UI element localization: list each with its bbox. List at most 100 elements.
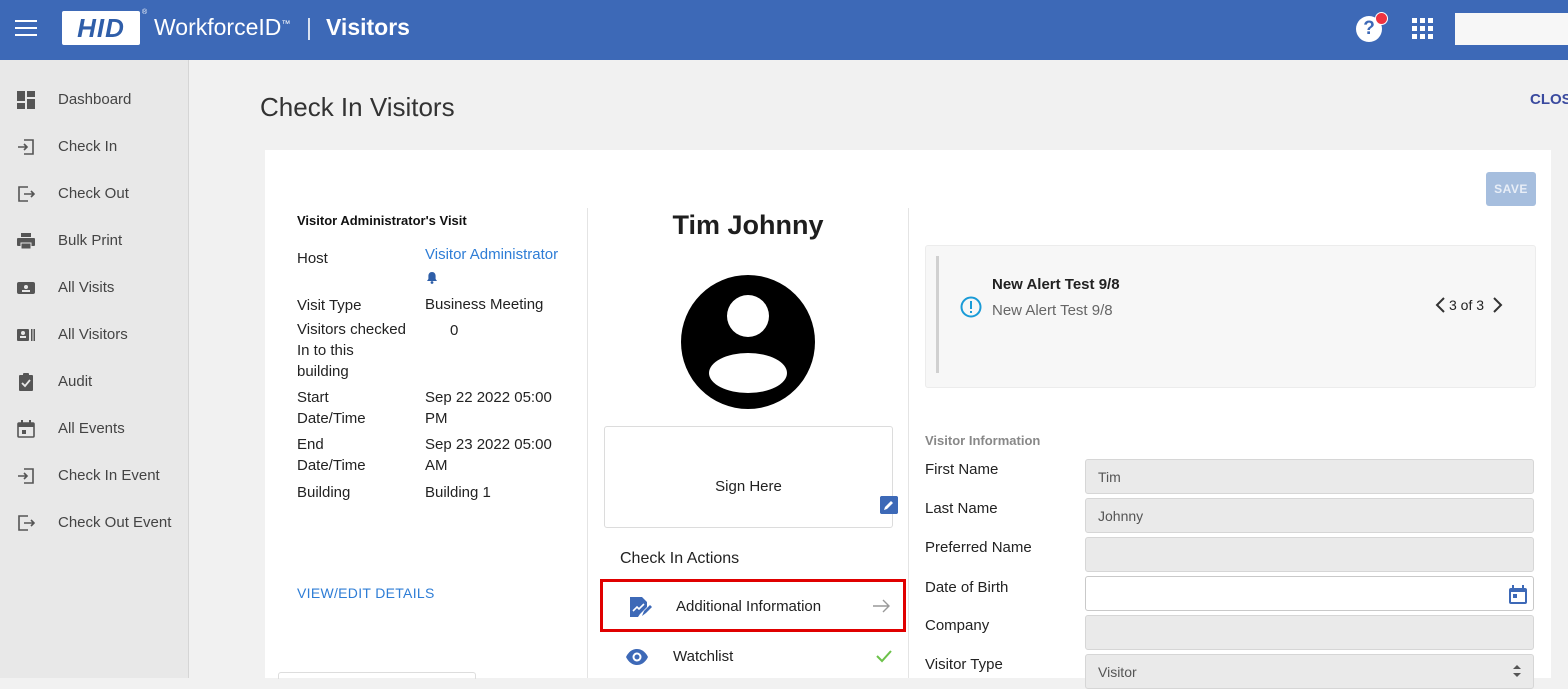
visitor-name: Tim Johnny — [672, 210, 824, 240]
column-divider — [908, 208, 909, 678]
start-datetime-label: Start Date/Time — [297, 389, 366, 427]
end-datetime-label: End Date/Time — [297, 436, 366, 474]
dashboard-icon — [17, 91, 35, 109]
preferred-name-label: Preferred Name — [925, 539, 1032, 556]
visit-type-value: Business Meeting — [425, 296, 544, 313]
sidebar-item-all-events[interactable]: All Events — [0, 409, 188, 449]
top-bar: HID ® WorkforceID™ | Visitors ? — [0, 0, 1568, 60]
login-icon — [18, 139, 34, 155]
sidebar-item-label: All Events — [58, 420, 125, 437]
badge-icon — [17, 329, 35, 341]
registered-mark: ® — [142, 9, 148, 16]
select-arrows-icon — [1513, 665, 1521, 677]
page-title: Check In Visitors — [260, 92, 455, 122]
sidebar-item-check-out[interactable]: Check Out — [0, 174, 188, 214]
sidebar-item-check-in[interactable]: Check In — [0, 127, 188, 167]
building-label: Building — [297, 484, 351, 501]
action-additional-information[interactable]: Additional Information — [600, 579, 906, 632]
product-name: WorkforceID™ — [154, 14, 290, 41]
last-name-label: Last Name — [925, 500, 998, 517]
chevron-right-icon[interactable] — [1492, 296, 1504, 314]
visitor-type-select[interactable] — [1085, 654, 1534, 689]
apps-grid-icon[interactable] — [1412, 18, 1434, 40]
calendar-icon[interactable] — [1508, 585, 1528, 605]
logout-icon — [18, 186, 35, 202]
sidebar: Dashboard Check In Check Out Bulk Print … — [0, 60, 189, 678]
visitor-information-title: Visitor Information — [925, 433, 1041, 448]
date-of-birth-field[interactable] — [1085, 576, 1534, 611]
column-divider — [587, 208, 588, 678]
logout-icon — [18, 515, 35, 531]
company-label: Company — [925, 617, 990, 634]
visit-title: Visitor Administrator's Visit — [297, 213, 467, 228]
action-watchlist[interactable]: Watchlist — [600, 632, 906, 685]
avatar-icon — [681, 275, 815, 409]
company-field[interactable] — [1085, 615, 1534, 650]
sidebar-item-label: Dashboard — [58, 91, 132, 108]
visitors-checked-label: Visitors checked In to this building — [297, 321, 406, 380]
brand-text: HID — [77, 12, 125, 43]
sign-here-label: Sign Here — [715, 478, 782, 495]
sidebar-item-check-out-event[interactable]: Check Out Event — [0, 503, 188, 543]
sidebar-item-label: Check Out — [58, 185, 129, 202]
sidebar-item-label: Bulk Print — [58, 232, 123, 249]
close-button[interactable]: CLOS — [1530, 91, 1568, 108]
sidebar-item-bulk-print[interactable]: Bulk Print — [0, 221, 188, 261]
sidebar-item-label: Check In Event — [58, 467, 160, 484]
calendar-icon — [17, 420, 35, 438]
start-datetime-value: Sep 22 2022 05:00 PM — [425, 389, 552, 427]
hid-logo: HID — [62, 11, 140, 45]
alert-subtitle: New Alert Test 9/8 — [992, 302, 1113, 319]
sidebar-item-check-in-event[interactable]: Check In Event — [0, 456, 188, 496]
notification-badge — [1375, 12, 1388, 25]
trademark: ™ — [281, 18, 291, 29]
signature-pad[interactable]: Sign Here — [604, 426, 893, 528]
ticket-icon — [17, 282, 35, 294]
user-menu[interactable] — [1455, 13, 1568, 45]
visitor-type-label: Visitor Type — [925, 656, 1003, 673]
module-title: Visitors — [326, 14, 410, 40]
sidebar-item-label: All Visitors — [58, 326, 128, 343]
sidebar-item-audit[interactable]: Audit — [0, 362, 188, 402]
check-in-actions-title: Check In Actions — [620, 550, 740, 567]
host-label: Host — [297, 250, 328, 267]
printer-icon — [17, 233, 35, 250]
sidebar-item-label: Check Out Event — [58, 514, 172, 531]
save-button[interactable]: SAVE — [1486, 172, 1536, 206]
eye-icon — [626, 649, 648, 665]
last-name-field[interactable] — [1085, 498, 1534, 533]
sidebar-item-label: All Visits — [58, 279, 115, 296]
info-alert-icon — [960, 296, 982, 318]
view-edit-details-link[interactable]: VIEW/EDIT DETAILS — [297, 585, 435, 601]
building-value: Building 1 — [425, 484, 491, 501]
alert-accent-bar — [936, 256, 939, 373]
action-label: Additional Information — [676, 598, 822, 615]
sidebar-item-all-visitors[interactable]: All Visitors — [0, 315, 188, 355]
menu-icon[interactable] — [15, 20, 37, 38]
sidebar-item-label: Check In — [58, 138, 118, 155]
preferred-name-field[interactable] — [1085, 537, 1534, 572]
visit-type-label: Visit Type — [297, 297, 362, 314]
arrow-right-icon — [873, 599, 890, 613]
check-icon — [876, 650, 892, 663]
document-edit-icon — [630, 597, 652, 617]
sidebar-item-all-visits[interactable]: All Visits — [0, 268, 188, 308]
chevron-left-icon[interactable] — [1434, 296, 1446, 314]
sidebar-item-label: Audit — [58, 373, 93, 390]
host-link[interactable]: Visitor Administrator — [425, 246, 558, 263]
login-icon — [18, 468, 34, 484]
end-datetime-value: Sep 23 2022 05:00 AM — [425, 436, 552, 474]
sidebar-item-dashboard[interactable]: Dashboard — [0, 80, 188, 120]
first-name-field[interactable] — [1085, 459, 1534, 494]
action-label: Watchlist — [673, 648, 734, 665]
product-label: WorkforceID — [154, 14, 282, 40]
visitors-checked-value: 0 — [450, 322, 459, 339]
pencil-edit-icon[interactable] — [880, 496, 898, 514]
first-name-label: First Name — [925, 461, 999, 478]
bell-icon[interactable] — [426, 271, 438, 284]
alert-title: New Alert Test 9/8 — [992, 276, 1120, 293]
alert-pager: 3 of 3 — [1449, 297, 1485, 313]
clipboard-check-icon — [19, 373, 33, 391]
date-of-birth-label: Date of Birth — [925, 579, 1009, 596]
header-separator: | — [306, 14, 312, 40]
